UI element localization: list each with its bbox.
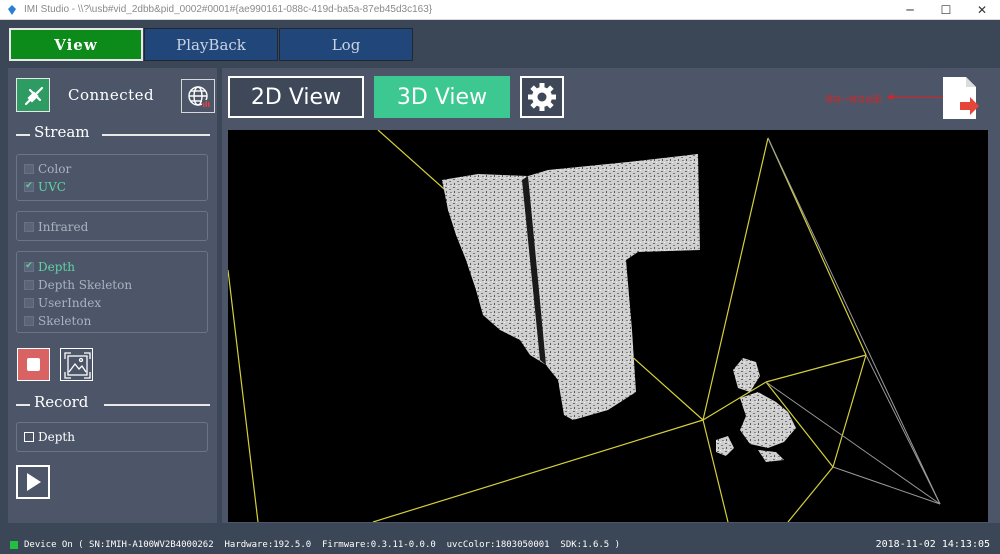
checkbox-box: ✔: [24, 261, 34, 272]
image-icon: [64, 352, 91, 379]
stream-group-depth: ✔ Depth Depth Skeleton UserIndex Skeleto…: [16, 251, 208, 333]
checkbox-infrared[interactable]: Infrared: [24, 218, 88, 235]
gear-icon: [528, 83, 556, 111]
connection-status-label: Connected: [68, 86, 155, 104]
status-timestamp: 2018-11-02 14:13:05: [875, 539, 990, 550]
device-status-text: Device On ( SN:IMIH-A100WV2B4000262 Hard…: [24, 539, 621, 550]
pointcloud-render: [228, 130, 941, 522]
pointcloud-main: [442, 154, 700, 420]
checkbox-box: [24, 315, 34, 326]
play-icon: [27, 473, 41, 491]
settings-button[interactable]: [520, 76, 564, 118]
checkbox-label: UVC: [38, 179, 66, 194]
checkbox-userindex[interactable]: UserIndex: [24, 294, 101, 311]
close-button[interactable]: ✕: [964, 0, 1000, 20]
3d-pointcloud-canvas[interactable]: [228, 130, 988, 522]
checkbox-box: [24, 221, 34, 232]
checkbox-label: Depth: [38, 259, 75, 274]
minimize-button[interactable]: ─: [892, 0, 928, 20]
record-depth-label: Depth: [38, 430, 75, 444]
record-heading-label: Record: [34, 393, 89, 411]
pointcloud-subject: [716, 358, 796, 462]
main-tab-bar: View PlayBack Log: [0, 20, 1000, 68]
checkbox-box: ✔: [24, 181, 34, 192]
plug-icon[interactable]: [16, 78, 50, 112]
viewer-panel: 2D View 3D View 保存一帧点云图: [222, 68, 1000, 523]
connection-row: Connected: [16, 78, 215, 114]
app-icon: [8, 4, 16, 15]
3d-view-button[interactable]: 3D View: [374, 76, 510, 118]
record-depth-checkbox[interactable]: Depth: [16, 422, 208, 452]
checkbox-label: Color: [38, 161, 72, 176]
checkbox-label: Depth Skeleton: [38, 277, 133, 292]
snapshot-button[interactable]: [60, 348, 93, 381]
tab-log[interactable]: Log: [279, 28, 413, 61]
2d-view-button[interactable]: 2D View: [228, 76, 364, 118]
network-globe-icon[interactable]: [181, 79, 215, 113]
stream-heading-label: Stream: [34, 123, 90, 141]
save-annotation-text: 保存一帧点云图: [825, 95, 881, 104]
checkbox-box: [24, 163, 34, 174]
left-panel: Connected Stream Color ✔ UVC Infrared ✔ …: [8, 68, 217, 523]
stream-section-heading: Stream: [16, 123, 210, 142]
checkbox-label: UserIndex: [38, 295, 102, 310]
checkbox-uvc[interactable]: ✔ UVC: [24, 178, 66, 195]
checkbox-label: Skeleton: [38, 313, 92, 328]
stream-group-color-uvc: Color ✔ UVC: [16, 154, 208, 201]
checkbox-box: [24, 297, 34, 308]
status-bar: Device On ( SN:IMIH-A100WV2B4000262 Hard…: [0, 535, 1000, 554]
stop-icon: [27, 358, 40, 371]
checkbox-skeleton[interactable]: Skeleton: [24, 312, 91, 329]
checkbox-box: [24, 432, 34, 442]
checkbox-depth[interactable]: ✔ Depth: [24, 258, 75, 275]
tab-view[interactable]: View: [9, 28, 143, 61]
stream-group-infrared: Infrared: [16, 211, 208, 241]
file-save-icon: [943, 77, 979, 119]
checkbox-label: Infrared: [38, 219, 89, 234]
maximize-button[interactable]: ☐: [928, 0, 964, 20]
stop-stream-button[interactable]: [17, 348, 50, 381]
record-play-button[interactable]: [16, 465, 50, 499]
device-status-led-icon: [10, 540, 18, 549]
camera-frustum-rays: [765, 137, 941, 505]
save-pointcloud-button[interactable]: [940, 76, 980, 120]
checkbox-color[interactable]: Color: [24, 160, 71, 177]
record-section-heading: Record: [16, 393, 210, 412]
tab-playback[interactable]: PlayBack: [144, 28, 278, 61]
window-title: IMI Studio - \\?\usb#vid_2dbb&pid_0002#0…: [24, 4, 433, 15]
checkbox-depth-skeleton[interactable]: Depth Skeleton: [24, 276, 132, 293]
checkbox-box: [24, 279, 34, 290]
title-bar: IMI Studio - \\?\usb#vid_2dbb&pid_0002#0…: [0, 0, 1000, 20]
